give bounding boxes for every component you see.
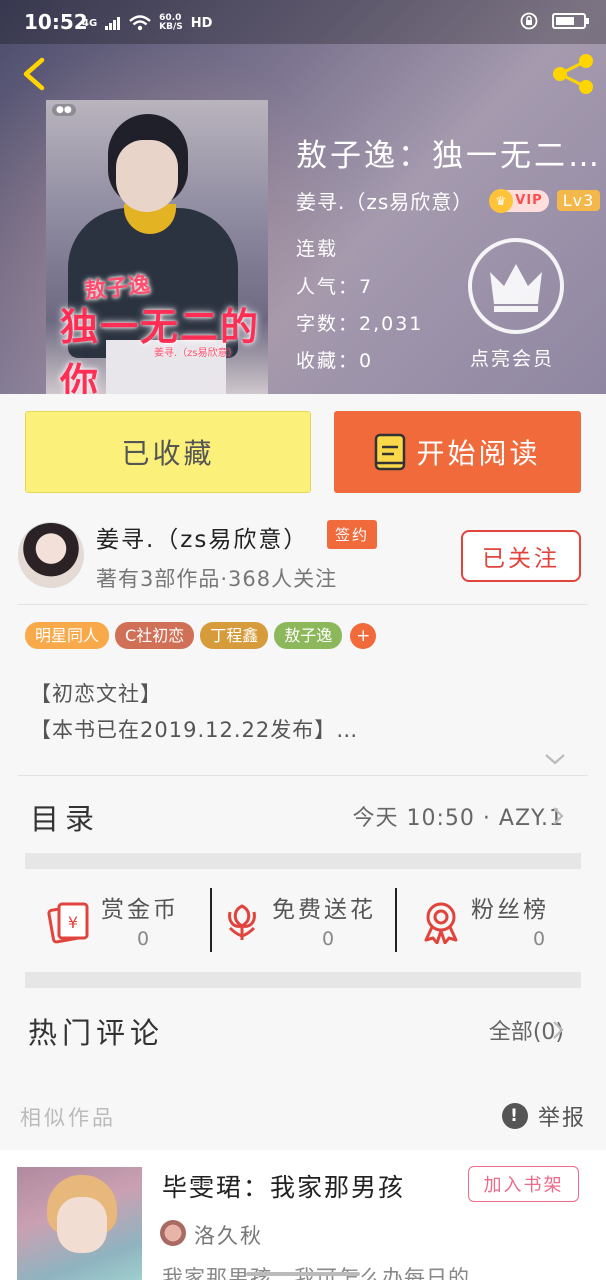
collect-button[interactable]: 已收藏	[25, 411, 311, 493]
author-name[interactable]: 姜寻.（zs易欣意）	[96, 520, 308, 554]
status-right	[520, 12, 589, 30]
table-of-contents-row[interactable]: 目录 今天 10:50 · AZY.1	[0, 776, 606, 854]
share-button[interactable]	[550, 52, 596, 96]
toc-latest-chapter: 今天 10:50 · AZY.1	[352, 806, 564, 831]
signed-badge: 签约	[327, 520, 378, 549]
similar-works-header: 相似作品 ! 举报	[0, 1090, 606, 1146]
award-icon	[424, 902, 458, 944]
tag-item[interactable]: 丁程鑫	[200, 622, 269, 649]
book-intro[interactable]: 【初恋文社】 【本书已在2019.12.22发布】…	[30, 676, 358, 748]
crown-icon	[490, 264, 542, 312]
flower-icon	[228, 904, 256, 940]
similar-book-title[interactable]: 毕雯珺：我家那男孩	[162, 1168, 405, 1204]
back-button[interactable]	[14, 52, 54, 96]
add-to-shelf-button[interactable]: 加入书架	[468, 1166, 579, 1202]
toc-label: 目录	[30, 802, 101, 836]
lock-rotation-icon	[520, 12, 538, 30]
tag-item[interactable]: C社初恋	[115, 622, 195, 649]
chevron-right-icon	[553, 1021, 564, 1039]
battery-icon	[552, 13, 589, 29]
wifi-icon	[129, 15, 151, 31]
chevron-down-icon[interactable]	[544, 752, 566, 766]
intro-line: 【本书已在2019.12.22发布】…	[30, 718, 359, 742]
vip-badge: ♛ VIP	[489, 188, 549, 213]
report-button[interactable]: ! 举报	[501, 1100, 586, 1132]
book-title: 敖子逸：独一无二…	[296, 138, 602, 174]
section-separator	[25, 972, 581, 988]
author-avatar[interactable]	[18, 522, 84, 588]
home-indicator[interactable]	[246, 1272, 360, 1276]
similar-book-desc: 我家那男孩，我可怎么办每日的…	[162, 1266, 492, 1280]
hot-comments-row[interactable]: 热门评论 全部(0)	[0, 990, 606, 1068]
similar-book-cover[interactable]	[17, 1167, 142, 1280]
level-badge: Lv3	[556, 190, 601, 211]
cover-badge-icon: ●●	[52, 104, 76, 116]
similar-author-avatar	[160, 1220, 186, 1246]
svg-text:¥: ¥	[68, 913, 78, 932]
hot-comments-label: 热门评论	[28, 1016, 165, 1050]
status-icons: 4G 60.0 KB/S HD	[82, 14, 212, 32]
follow-button[interactable]: 已关注	[461, 530, 581, 582]
status-time: 10:52	[24, 10, 88, 34]
author-meta: 著有3部作品·368人关注	[96, 567, 338, 591]
intro-line: 【初恋文社】	[30, 682, 162, 706]
signal-icon	[105, 17, 121, 30]
book-author[interactable]: 姜寻.（zs易欣意）	[296, 186, 473, 215]
network-type: 4G	[82, 17, 98, 29]
divider	[18, 604, 588, 605]
tag-item[interactable]: 敖子逸	[274, 622, 343, 649]
tag-item[interactable]: 明星同人	[25, 622, 110, 649]
similar-book-card[interactable]: 毕雯珺：我家那男孩 加入书架 洛久秋 我家那男孩，我可怎么办每日的…	[0, 1150, 606, 1280]
similar-works-label: 相似作品	[20, 1106, 116, 1130]
member-button[interactable]	[468, 238, 564, 334]
similar-book-author: 洛久秋	[194, 1224, 263, 1248]
reward-row: ¥ 赏金币 0 免费送花 0 粉丝榜 0	[25, 870, 581, 972]
book-favorites: 收藏：0	[296, 350, 374, 372]
hd-indicator: HD	[190, 15, 213, 31]
reward-coins-button[interactable]: ¥ 赏金币 0	[25, 870, 211, 972]
book-word-count: 字数：2,031	[296, 313, 424, 335]
add-tag-button[interactable]: +	[350, 622, 377, 649]
book-status: 连载	[296, 238, 339, 260]
fan-ranking-button[interactable]: 粉丝榜 0	[397, 870, 581, 972]
book-author-line[interactable]: 姜寻.（zs易欣意） ♛ VIP Lv3	[296, 186, 601, 215]
book-cover[interactable]: ●● 敖子逸 独一无二的你 姜寻.（zs易欣意）	[46, 100, 268, 394]
start-reading-button[interactable]: 开始阅读	[334, 411, 581, 493]
book-popularity: 人气：7	[296, 276, 374, 298]
warning-icon: !	[501, 1103, 528, 1129]
status-bar: 10:52 4G 60.0 KB/S HD	[0, 0, 606, 44]
book-header: 10:52 4G 60.0 KB/S HD ●● 敖子逸 独一无二的你 姜寻.（…	[0, 0, 606, 394]
chevron-right-icon	[553, 807, 564, 825]
net-speed: 60.0 KB/S	[159, 13, 183, 32]
crown-icon: ♛	[489, 188, 514, 213]
cover-author: 姜寻.（zs易欣意）	[154, 348, 238, 359]
send-flower-button[interactable]: 免费送花 0	[212, 870, 396, 972]
book-icon	[375, 433, 406, 471]
member-label[interactable]: 点亮会员	[470, 344, 554, 371]
section-separator	[25, 853, 581, 869]
red-envelope-icon: ¥	[47, 902, 89, 944]
tag-list: 明星同人 C社初恋 丁程鑫 敖子逸 +	[25, 622, 377, 649]
